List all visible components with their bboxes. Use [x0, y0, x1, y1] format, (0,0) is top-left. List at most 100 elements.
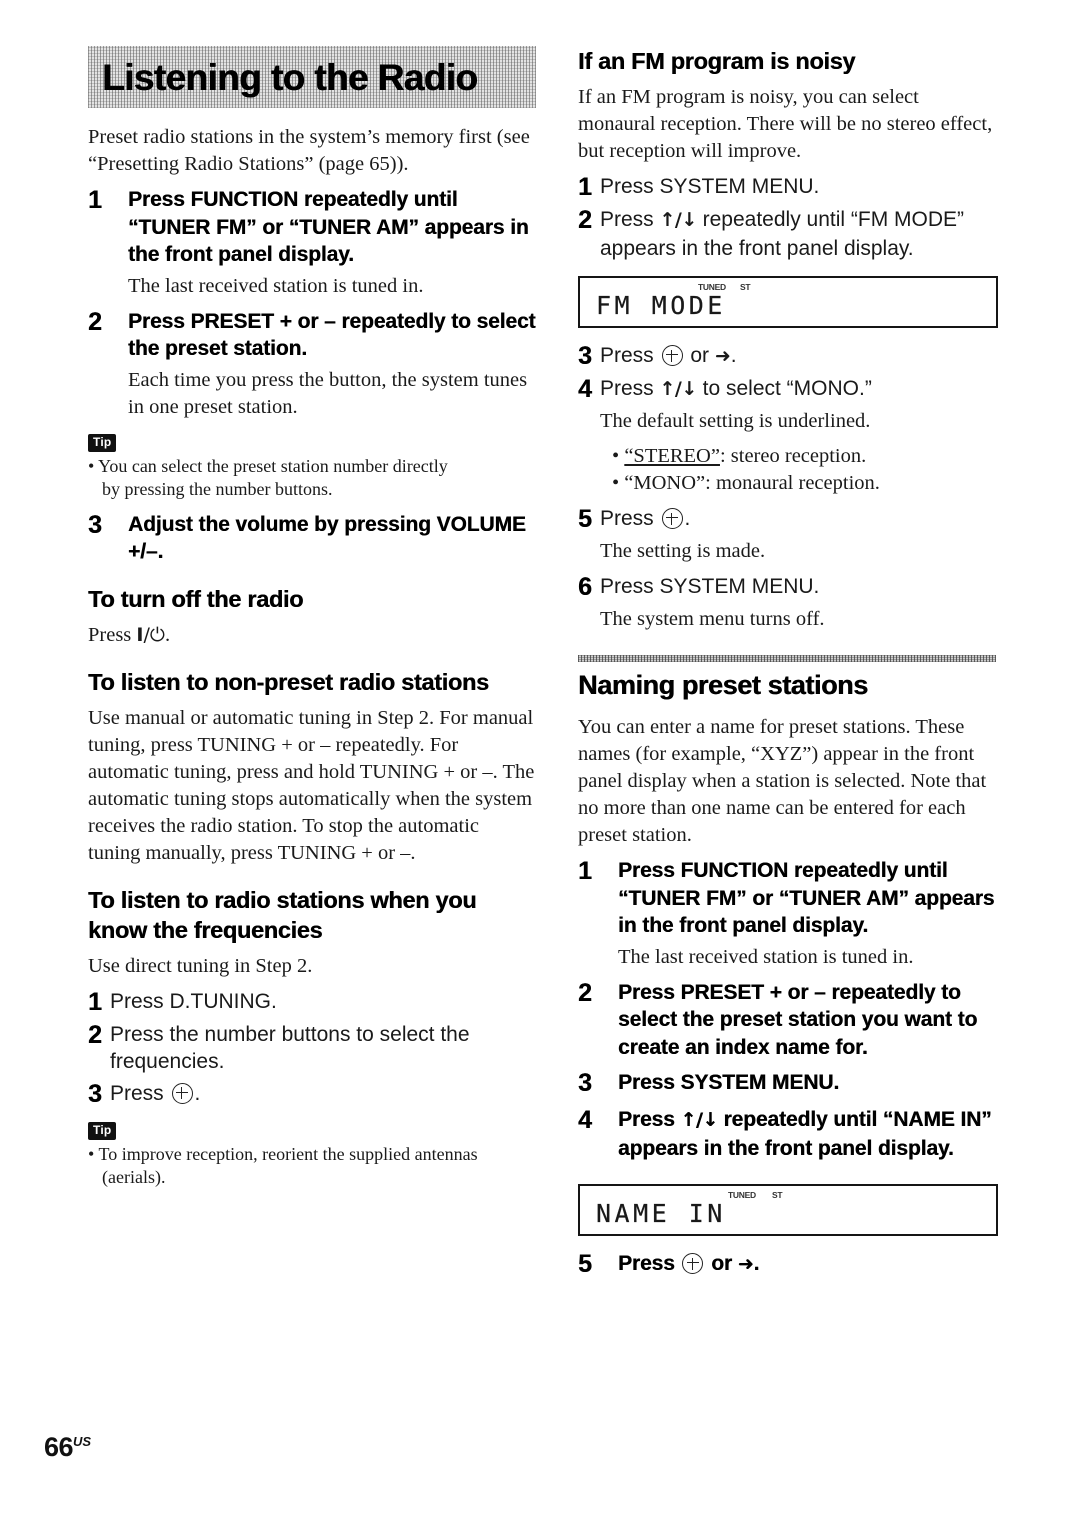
power-icon: I/⏻: [136, 623, 165, 646]
section-banner: Listening to the Radio: [88, 46, 536, 108]
step-item: 3 Press .: [88, 1080, 536, 1109]
bullet-term: “STEREO”: [624, 445, 720, 467]
page-region-suffix: US: [73, 1434, 92, 1449]
step-text: Press FUNCTION repeatedly until “TUNER F…: [128, 188, 529, 266]
step-number: 2: [578, 978, 592, 1007]
step-text: Press ↑/↓ repeatedly until “NAME IN” app…: [618, 1106, 998, 1162]
naming-body: You can enter a name for preset stations…: [578, 716, 987, 846]
step-text: Press D.TUNING.: [110, 989, 277, 1013]
step-item: 2 Press the number buttons to select the…: [88, 1021, 536, 1076]
press-label: Press: [618, 1252, 681, 1275]
banner-title: Listening to the Radio: [102, 56, 478, 98]
turn-off-instruction: Press I/⏻.: [88, 622, 536, 649]
step-note: The default setting is underlined.: [600, 410, 871, 432]
enter-circle-icon: [682, 1253, 704, 1274]
step-number: 1: [578, 173, 592, 201]
step-item: 4 Press ↑/↓ repeatedly until “NAME IN” a…: [578, 1106, 998, 1162]
section-title-naming: Naming preset stations: [578, 670, 868, 700]
step-item: 2 Press PRESET + or – repeatedly to sele…: [88, 308, 536, 363]
tip-line-1: • You can select the preset station numb…: [88, 455, 448, 476]
step-number: 5: [578, 505, 592, 533]
enter-circle-icon: [661, 508, 683, 529]
step-text: Press or ➜.: [618, 1250, 998, 1279]
page-number: 66US: [44, 1432, 91, 1463]
step-number: 2: [578, 206, 592, 234]
page-number-value: 66: [44, 1432, 74, 1462]
step-number: 3: [88, 1079, 102, 1108]
tip-box: Tip • To improve reception, reorient the…: [88, 1121, 536, 1189]
step-item: 3 Press or ➜.: [578, 342, 998, 371]
step-item: 2 Press ↑/↓ repeatedly until “FM MODE” a…: [578, 206, 998, 262]
step-item: 3 Press SYSTEM MENU.: [578, 1069, 998, 1098]
press-label: Press: [600, 208, 660, 231]
step-note: Each time you press the button, the syst…: [128, 368, 528, 418]
step-number: 3: [578, 1069, 592, 1097]
tip-line-2: (aerials).: [102, 1166, 166, 1187]
step-number: 2: [88, 307, 102, 336]
manual-page: Listening to the Radio Preset radio stat…: [0, 0, 1080, 1533]
step-text: Press .: [110, 1080, 536, 1108]
or-label: or: [684, 344, 715, 367]
tip-line-2: by pressing the number buttons.: [102, 478, 333, 499]
step-text: Press or ➜.: [600, 342, 998, 371]
press-label: Press: [600, 344, 660, 367]
tip-badge: Tip: [88, 1121, 117, 1140]
step-text-tail: to select “MONO.”: [696, 377, 872, 400]
lcd-inner: NAME IN: [596, 1186, 990, 1234]
step-number: 3: [88, 510, 102, 539]
front-panel-display-fm-mode: TUNED ST FM MODE: [578, 276, 998, 328]
enter-circle-icon: [661, 345, 683, 366]
press-label: Press: [600, 377, 660, 400]
step-number: 2: [88, 1020, 102, 1049]
lcd-inner: FM MODE: [596, 278, 990, 326]
step-text: Press PRESET + or – repeatedly to select…: [618, 980, 978, 1059]
heading-non-preset-stations: To listen to non-preset radio stations: [88, 668, 489, 695]
bullet-desc: : stereo reception.: [719, 445, 867, 467]
tip-badge: Tip: [88, 433, 117, 452]
step-text: Press SYSTEM MENU.: [600, 175, 820, 198]
period: .: [684, 507, 691, 530]
up-down-arrow-icon: ↑/↓: [659, 209, 698, 231]
period: .: [730, 344, 737, 367]
left-column: Listening to the Radio Preset radio stat…: [88, 46, 536, 1199]
step-number: 3: [578, 342, 592, 370]
period: .: [164, 623, 171, 646]
step-text: Press PRESET + or – repeatedly to select…: [128, 309, 536, 361]
section-divider: [578, 655, 996, 662]
step-note: The setting is made.: [600, 540, 766, 562]
tip-line-1: • To improve reception, reorient the sup…: [88, 1143, 478, 1164]
step-text: Press SYSTEM MENU.: [600, 575, 820, 598]
press-label: Press: [110, 1081, 170, 1105]
period: .: [194, 1081, 201, 1105]
lcd-segment-text: FM MODE: [596, 290, 726, 320]
lcd-segment-text: NAME IN: [596, 1198, 726, 1228]
step-item: 1 Press SYSTEM MENU.: [578, 173, 998, 202]
heading-known-frequencies: To listen to radio stations when you kno…: [88, 886, 477, 943]
heading-fm-noisy: If an FM program is noisy: [578, 48, 856, 74]
bullet-mono: • “MONO”: monaural reception.: [612, 472, 880, 494]
or-label: or: [705, 1252, 738, 1275]
front-panel-display-name-in: TUNED ST NAME IN: [578, 1184, 998, 1236]
step-text: Press ↑/↓ repeatedly until “FM MODE” app…: [600, 206, 998, 262]
step-item: 5 Press or ➜.: [578, 1250, 998, 1279]
step-number: 1: [88, 987, 102, 1016]
step-number: 4: [578, 1106, 592, 1134]
non-preset-body: Use manual or automatic tuning in Step 2…: [88, 706, 535, 864]
step-number: 6: [578, 573, 592, 601]
bullet-marker: •: [612, 445, 625, 467]
heading-turn-off-radio: To turn off the radio: [88, 585, 304, 612]
frequencies-body: Use direct tuning in Step 2.: [88, 954, 313, 977]
step-item: 4 Press ↑/↓ to select “MONO.”: [578, 375, 998, 404]
step-item: 3 Adjust the volume by pressing VOLUME +…: [88, 511, 536, 566]
period: .: [753, 1252, 760, 1275]
step-text: Press the number buttons to select the f…: [110, 1022, 470, 1074]
step-text: Press .: [600, 505, 998, 533]
right-arrow-icon: ➜: [714, 345, 731, 367]
intro-paragraph: Preset radio stations in the system’s me…: [88, 126, 530, 175]
right-column: If an FM program is noisy If an FM progr…: [578, 46, 998, 1283]
bullet-stereo: • “STEREO”: stereo reception.: [612, 443, 998, 470]
step-note: The last received station is tuned in.: [128, 274, 424, 297]
step-text: Press SYSTEM MENU.: [618, 1071, 840, 1094]
step-note: The last received station is tuned in.: [618, 945, 914, 968]
press-label: Press: [88, 623, 137, 646]
